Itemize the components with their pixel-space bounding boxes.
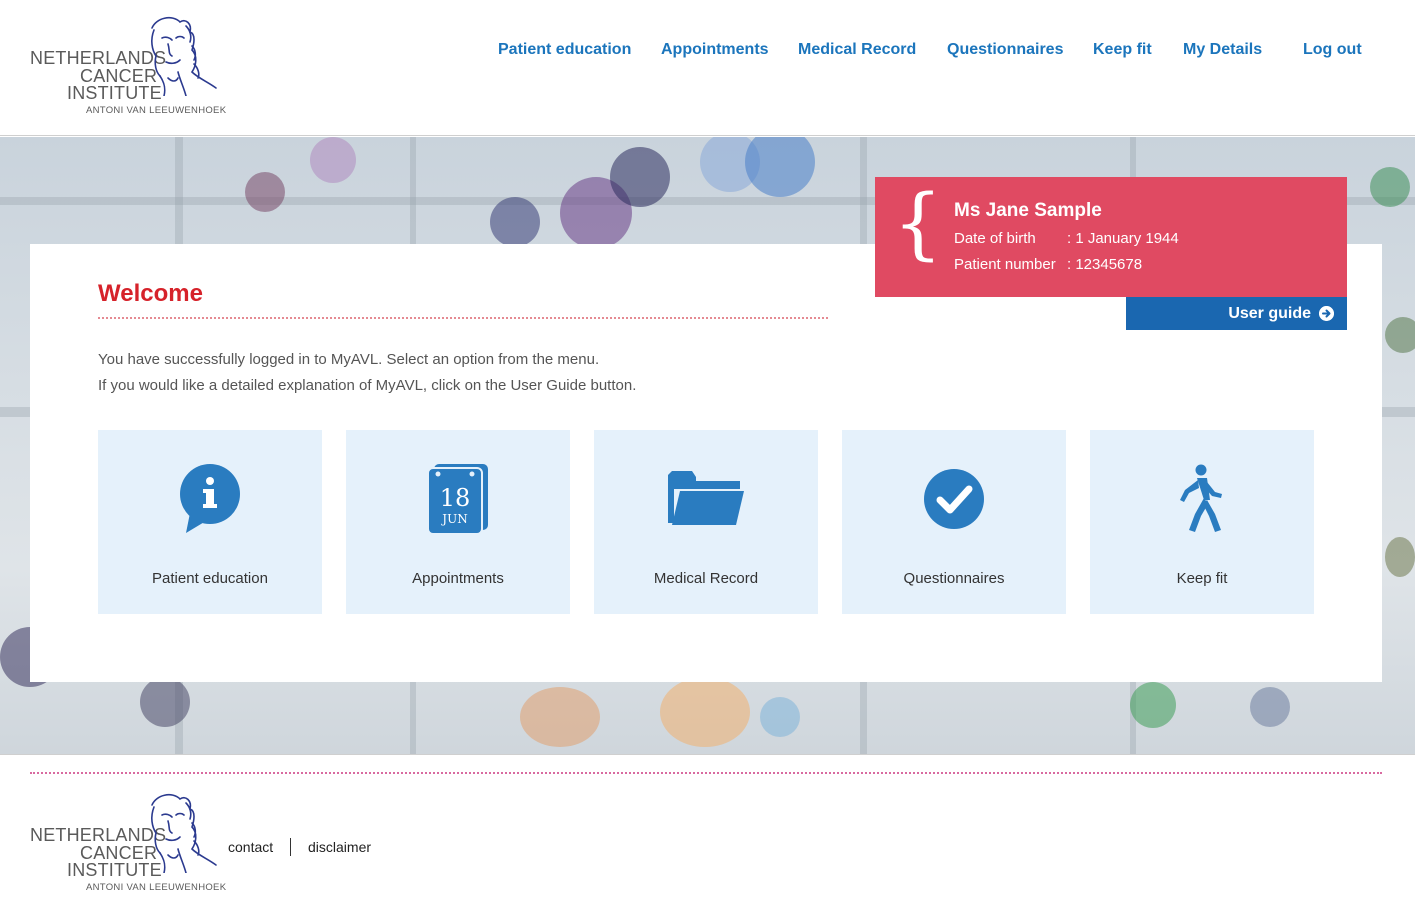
tile-medical-record[interactable]: Medical Record bbox=[594, 430, 818, 614]
welcome-text: You have successfully logged in to MyAVL… bbox=[98, 347, 636, 399]
brace-decoration: { bbox=[893, 179, 943, 269]
patient-number-row: Patient number : 12345678 bbox=[954, 256, 1142, 273]
tile-patient-education[interactable]: Patient education bbox=[98, 430, 322, 614]
tile-label: Patient education bbox=[152, 570, 268, 587]
arrow-right-circle-icon bbox=[1319, 306, 1334, 321]
leeuwenhoek-portrait-icon bbox=[151, 793, 217, 873]
patient-info-box: { Ms Jane Sample Date of birth : 1 Janua… bbox=[875, 177, 1347, 297]
nav-questionnaires[interactable]: Questionnaires bbox=[947, 41, 1063, 59]
welcome-line-2: If you would like a detailed explanation… bbox=[98, 377, 637, 394]
patient-name: Ms Jane Sample bbox=[954, 200, 1102, 221]
dob-row: Date of birth : 1 January 1944 bbox=[954, 230, 1179, 247]
footer: NETHERLANDS CANCER INSTITUTE ANTONI VAN … bbox=[0, 754, 1415, 900]
folder-icon bbox=[668, 471, 744, 525]
footer-link-separator bbox=[290, 838, 291, 856]
contact-link[interactable]: contact bbox=[228, 839, 273, 855]
welcome-line-1: You have successfully logged in to MyAVL… bbox=[98, 351, 600, 368]
tile-appointments[interactable]: 18 JUN Appointments bbox=[346, 430, 570, 614]
title-divider bbox=[98, 317, 828, 319]
user-guide-label: User guide bbox=[1228, 305, 1311, 322]
tile-label: Questionnaires bbox=[903, 570, 1005, 587]
nav-patient-education[interactable]: Patient education bbox=[498, 41, 631, 59]
logo-line-4: ANTONI VAN LEEUWENHOEK bbox=[86, 882, 227, 893]
nav-my-details[interactable]: My Details bbox=[1183, 41, 1262, 59]
dob-label: Date of birth bbox=[954, 230, 1036, 247]
checkmark-icon bbox=[924, 469, 984, 529]
calendar-day: 18 bbox=[440, 484, 471, 512]
calendar-icon: 18 JUN bbox=[427, 464, 488, 535]
info-icon bbox=[180, 464, 240, 533]
leeuwenhoek-portrait-icon bbox=[151, 16, 217, 96]
header: NETHERLANDS CANCER INSTITUTE ANTONI VAN … bbox=[0, 0, 1415, 136]
tile-label: Appointments bbox=[412, 570, 504, 587]
disclaimer-link[interactable]: disclaimer bbox=[308, 839, 371, 855]
logo-line-4: ANTONI VAN LEEUWENHOEK bbox=[86, 105, 227, 116]
footer-institute-logo[interactable]: NETHERLANDS CANCER INSTITUTE ANTONI VAN … bbox=[30, 793, 226, 895]
footer-divider bbox=[30, 772, 1382, 774]
user-guide-button[interactable]: User guide bbox=[1126, 297, 1347, 330]
walking-person-icon bbox=[1180, 464, 1222, 532]
tile-keep-fit[interactable]: Keep fit bbox=[1090, 430, 1314, 614]
nav-log-out[interactable]: Log out bbox=[1303, 41, 1362, 59]
nav-appointments[interactable]: Appointments bbox=[661, 41, 769, 59]
tile-label: Medical Record bbox=[653, 570, 759, 587]
tile-label: Keep fit bbox=[1176, 570, 1228, 587]
patient-number-label: Patient number bbox=[954, 256, 1056, 273]
institute-logo[interactable]: NETHERLANDS CANCER INSTITUTE ANTONI VAN … bbox=[30, 16, 226, 118]
nav-keep-fit[interactable]: Keep fit bbox=[1093, 41, 1152, 59]
patient-number-value: : 12345678 bbox=[1067, 256, 1143, 273]
calendar-month: JUN bbox=[440, 512, 467, 526]
welcome-title: Welcome bbox=[98, 280, 203, 307]
tile-questionnaires[interactable]: Questionnaires bbox=[842, 430, 1066, 614]
nav-medical-record[interactable]: Medical Record bbox=[798, 41, 916, 59]
dob-value: : 1 January 1944 bbox=[1067, 230, 1179, 247]
